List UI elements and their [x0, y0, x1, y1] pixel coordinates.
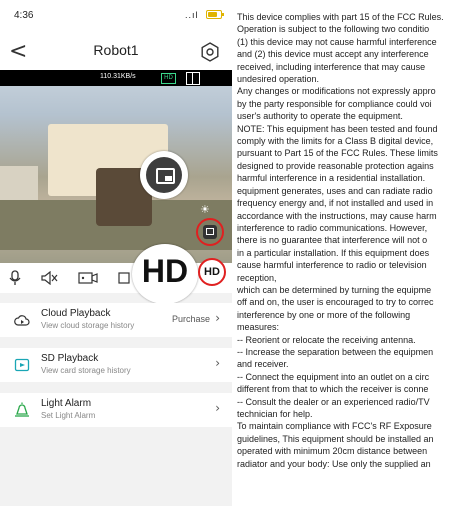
fcc-statement-line: received, including interference that ma… — [237, 61, 426, 72]
cloud-playback-item[interactable]: Cloud Playback View cloud storage histor… — [0, 303, 232, 337]
fcc-statement-line: in a particular installation. If this eq… — [237, 247, 430, 258]
fcc-statement-line: different from that to which the receive… — [237, 384, 429, 395]
fcc-statement-line: comply with the limits for a Class B dig… — [237, 136, 434, 147]
hd-button[interactable]: HD — [198, 258, 226, 286]
fcc-statement-line: technician for help. — [237, 409, 313, 419]
light-alarm-item[interactable]: Light Alarm Set Light Alarm › — [0, 393, 232, 427]
fcc-statement-line: reception, — [237, 272, 277, 283]
gear-icon[interactable] — [200, 42, 220, 62]
hd-zoom-callout: HD — [132, 244, 198, 304]
fcc-statement-line: frequency energy and, if not installed a… — [237, 198, 434, 209]
fullscreen-icon[interactable] — [186, 72, 200, 85]
fcc-statement-line: measures: — [237, 322, 280, 333]
fcc-statement-line: -- Connect the equipment into an outlet … — [237, 371, 430, 382]
light-icon[interactable]: ☀ — [200, 203, 210, 216]
page-title: Robot1 — [93, 42, 139, 58]
fcc-statement-line: guidelines, This equipment should be ins… — [237, 433, 434, 444]
fcc-statement-line: cause harmful interference to radio or t… — [237, 260, 427, 271]
phone-screen: 4:36 ..ıl < Robot1 110.31KB/s HD ☀ 1X — [0, 0, 232, 506]
fcc-statement-line: accordance with the instructions, may ca… — [237, 210, 437, 221]
signal-icon: ..ıl — [185, 10, 199, 20]
cloud-playback-subtitle: View cloud storage history — [41, 321, 135, 330]
status-time: 4:36 — [14, 10, 34, 21]
fcc-statement-line: -- Increase the separation between the e… — [237, 346, 434, 357]
bitrate-label: 110.31KB/s — [100, 73, 136, 80]
light-alarm-icon — [15, 402, 29, 417]
sd-playback-subtitle: View card storage history — [41, 366, 131, 375]
fcc-statement-line: To maintain compliance with FCC's RF Exp… — [237, 421, 432, 432]
pip-zoom-callout — [140, 151, 188, 199]
cloud-playback-title: Cloud Playback — [41, 308, 111, 319]
microphone-icon[interactable] — [9, 270, 21, 286]
fcc-statement-line: -- Consult the dealer or an experienced … — [237, 396, 430, 407]
fcc-statement-line: undesired operation. — [237, 74, 320, 85]
pip-button[interactable] — [196, 218, 224, 246]
hd-button-label: HD — [204, 266, 220, 278]
fcc-statement-line: by the party responsible for compliance … — [237, 98, 432, 109]
battery-icon — [206, 10, 224, 19]
sd-card-icon — [14, 358, 30, 372]
fcc-statement-line: interference by one or more of the follo… — [237, 309, 411, 320]
video-top-bar: 110.31KB/s HD — [0, 70, 232, 86]
fcc-statement-line: and (2) this device must accept any inte… — [237, 49, 429, 60]
pip-small-icon — [203, 225, 217, 239]
mute-icon[interactable] — [41, 271, 59, 285]
fcc-statement-line: radiator and your body: Use only the sup… — [237, 458, 431, 469]
fcc-statement-line: Operation is subject to the following tw… — [237, 24, 430, 35]
light-alarm-subtitle: Set Light Alarm — [41, 411, 96, 420]
chevron-right-icon: › — [215, 401, 220, 415]
fcc-statement-line: -- Reorient or relocate the receiving an… — [237, 334, 416, 345]
sd-playback-item[interactable]: SD Playback View card storage history › — [0, 348, 232, 382]
status-bar: 4:36 ..ıl — [0, 0, 232, 34]
fcc-statement-line: there is no guarantee that interference … — [237, 235, 428, 246]
fcc-statement-line: NOTE: This equipment has been tested and… — [237, 123, 438, 134]
fcc-statement-line: operated with minimum 20cm distance betw… — [237, 446, 428, 457]
fcc-statement: This device complies with part 15 of the… — [237, 11, 471, 506]
chevron-right-icon: › — [215, 356, 220, 370]
sd-playback-title: SD Playback — [41, 353, 99, 364]
pip-icon — [156, 168, 175, 184]
fcc-statement-line: pursuant to Part 15 of the FCC Rules. Th… — [237, 148, 438, 159]
fcc-statement-line: Any changes or modifications not express… — [237, 86, 436, 97]
purchase-link[interactable]: Purchase — [172, 314, 210, 324]
app-header: < Robot1 — [0, 34, 232, 70]
light-alarm-title: Light Alarm — [41, 398, 92, 409]
fcc-statement-line: equipment generates, uses and can radiat… — [237, 185, 433, 196]
cloud-playback-icon — [14, 315, 30, 326]
hd-zoom-label: HD — [141, 253, 189, 289]
fcc-statement-line: and receiver. — [237, 359, 289, 370]
fcc-statement-line: harmful interference in a residential in… — [237, 173, 426, 184]
fcc-statement-line: designed to provide reasonable protectio… — [237, 160, 434, 171]
hd-tag: HD — [161, 73, 176, 84]
snapshot-icon[interactable] — [118, 271, 130, 285]
fcc-statement-line: (1) this device may not cause harmful in… — [237, 36, 437, 47]
fcc-statement-line: user's authority to operate the equipmen… — [237, 111, 403, 122]
fcc-statement-line: This device complies with part 15 of the… — [237, 12, 444, 22]
record-icon[interactable] — [78, 271, 98, 285]
chevron-right-icon: › — [215, 311, 220, 325]
fcc-statement-line: interference to radio communications. Ho… — [237, 222, 428, 233]
fcc-statement-line: which can be determined by turning the e… — [237, 284, 432, 295]
fcc-statement-line: off and on, the user is encouraged to tr… — [237, 297, 434, 308]
